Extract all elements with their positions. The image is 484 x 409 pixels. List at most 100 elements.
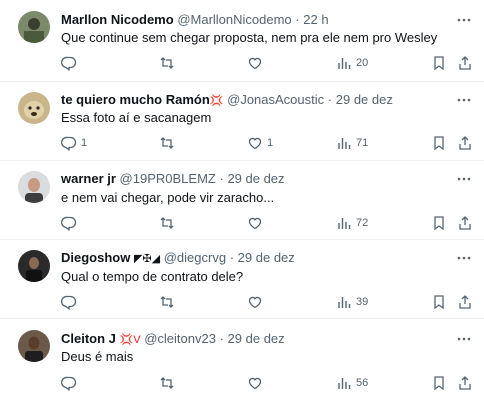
bookmark-button[interactable] <box>431 134 447 152</box>
separator-dot: · <box>219 331 224 346</box>
share-icon <box>459 216 471 230</box>
views-icon <box>338 378 351 389</box>
bookmark-button[interactable] <box>431 54 447 72</box>
like-icon <box>248 296 262 309</box>
separator-dot: · <box>295 12 300 27</box>
timestamp[interactable]: 29 de dez <box>228 331 285 346</box>
tweet-text: Que continue sem chegar proposta, nem pr… <box>61 30 438 45</box>
share-icon <box>459 56 471 70</box>
more-icon[interactable] <box>456 92 472 108</box>
user-handle[interactable]: @MarllonNicodemo <box>177 12 291 27</box>
user-handle[interactable]: @cleitonv23 <box>144 331 216 346</box>
avatar[interactable] <box>18 330 50 362</box>
retweet-button[interactable] <box>159 214 179 232</box>
user-handle[interactable]: @JonasAcoustic <box>227 92 324 107</box>
views-button[interactable]: 39 <box>336 293 368 311</box>
timestamp[interactable]: 29 de dez <box>336 92 393 107</box>
timestamp[interactable]: 22 h <box>303 12 328 27</box>
display-name[interactable]: Marllon Nicodemo <box>61 12 174 27</box>
tweet-header: Cleiton J 💢V @cleitonv23 · 29 de dez <box>61 331 285 346</box>
views-icon <box>338 138 351 149</box>
timestamp[interactable]: 29 de dez <box>227 171 284 186</box>
separator-dot: · <box>229 250 235 265</box>
views-count: 20 <box>356 57 369 69</box>
tweet-header: te quiero mucho Ramón💢 @JonasAcoustic · … <box>61 92 393 107</box>
avatar[interactable] <box>18 171 50 203</box>
reply-button[interactable] <box>61 54 81 72</box>
retweet-icon <box>160 377 174 389</box>
views-button[interactable]: 56 <box>336 374 368 392</box>
name-badge: ◤✠◢ <box>133 253 161 265</box>
display-name[interactable]: Cleiton J <box>61 331 116 346</box>
reply-count: 1 <box>81 137 88 149</box>
bookmark-button[interactable] <box>431 374 447 392</box>
display-name[interactable]: Diegoshow <box>61 250 130 265</box>
reply-button[interactable]: 1 <box>61 134 87 152</box>
reply-button[interactable] <box>61 374 81 392</box>
separator-dot: · <box>219 171 224 186</box>
avatar[interactable] <box>18 11 50 43</box>
tweet-header: warner jr @19PR0BLEMZ · 29 de dez <box>61 171 285 186</box>
more-icon[interactable] <box>456 171 472 187</box>
timestamp[interactable]: 29 de dez <box>238 250 295 265</box>
retweet-icon <box>160 296 174 308</box>
retweet-button[interactable] <box>159 54 179 72</box>
bookmark-button[interactable] <box>431 214 447 232</box>
tweet[interactable]: Marllon Nicodemo @MarllonNicodemo · 22 h… <box>0 0 484 82</box>
like-icon <box>248 377 262 390</box>
retweet-button[interactable] <box>159 374 179 392</box>
share-button[interactable] <box>457 374 473 392</box>
share-button[interactable] <box>457 293 473 311</box>
like-button[interactable]: 1 <box>247 134 273 152</box>
like-button[interactable] <box>247 374 267 392</box>
like-button[interactable] <box>247 54 267 72</box>
tweet-text: Deus é mais <box>61 349 134 364</box>
views-button[interactable]: 72 <box>336 214 368 232</box>
like-button[interactable] <box>247 214 267 232</box>
share-button[interactable] <box>457 54 473 72</box>
tweet-text: Qual o tempo de contrato dele? <box>61 269 244 284</box>
bookmark-icon <box>434 216 444 231</box>
more-icon[interactable] <box>456 12 472 28</box>
retweet-button[interactable] <box>159 293 179 311</box>
share-button[interactable] <box>457 134 473 152</box>
bookmark-button[interactable] <box>431 293 447 311</box>
tweet-header: Marllon Nicodemo @MarllonNicodemo · 22 h <box>61 12 329 27</box>
like-button[interactable] <box>247 293 267 311</box>
retweet-button[interactable] <box>159 134 179 152</box>
retweet-icon <box>160 217 174 229</box>
user-handle[interactable]: @diegcrvg <box>164 250 226 265</box>
tweet-text: Essa foto aí e sacanagem <box>61 110 212 125</box>
tweet[interactable]: te quiero mucho Ramón💢 @JonasAcoustic · … <box>0 82 484 161</box>
more-icon[interactable] <box>456 331 472 347</box>
name-badge: 💢 <box>209 95 224 107</box>
bookmark-icon <box>434 136 444 151</box>
retweet-icon <box>160 137 174 149</box>
bookmark-icon <box>434 56 444 71</box>
views-count: 56 <box>356 377 369 389</box>
tweet-header: Diegoshow ◤✠◢ @diegcrvg · 29 de dez <box>61 250 295 265</box>
share-button[interactable] <box>457 214 473 232</box>
reply-button[interactable] <box>61 214 81 232</box>
share-icon <box>459 376 471 390</box>
retweet-icon <box>160 57 174 69</box>
user-handle[interactable]: @19PR0BLEMZ <box>120 171 216 186</box>
tweet-text: e nem vai chegar, pode vir zaracho... <box>61 190 275 205</box>
name-badge: 💢V <box>119 334 141 346</box>
avatar[interactable] <box>18 250 50 282</box>
more-icon[interactable] <box>456 250 472 266</box>
reply-button[interactable] <box>61 293 81 311</box>
like-icon <box>248 57 262 70</box>
views-button[interactable]: 71 <box>336 134 368 152</box>
display-name[interactable]: warner jr <box>61 171 116 186</box>
avatar[interactable] <box>18 92 50 124</box>
tweet[interactable]: Cleiton J 💢V @cleitonv23 · 29 de dez Deu… <box>0 319 484 409</box>
bookmark-icon <box>434 295 444 310</box>
tweet[interactable]: warner jr @19PR0BLEMZ · 29 de dez e nem … <box>0 161 484 240</box>
display-name[interactable]: te quiero mucho Ramón <box>61 92 210 107</box>
separator-dot: · <box>327 92 333 107</box>
action-bar: 1 1 71 <box>61 134 471 152</box>
tweet[interactable]: Diegoshow ◤✠◢ @diegcrvg · 29 de dez Qual… <box>0 240 484 319</box>
share-icon <box>459 136 471 150</box>
views-button[interactable]: 20 <box>336 54 368 72</box>
